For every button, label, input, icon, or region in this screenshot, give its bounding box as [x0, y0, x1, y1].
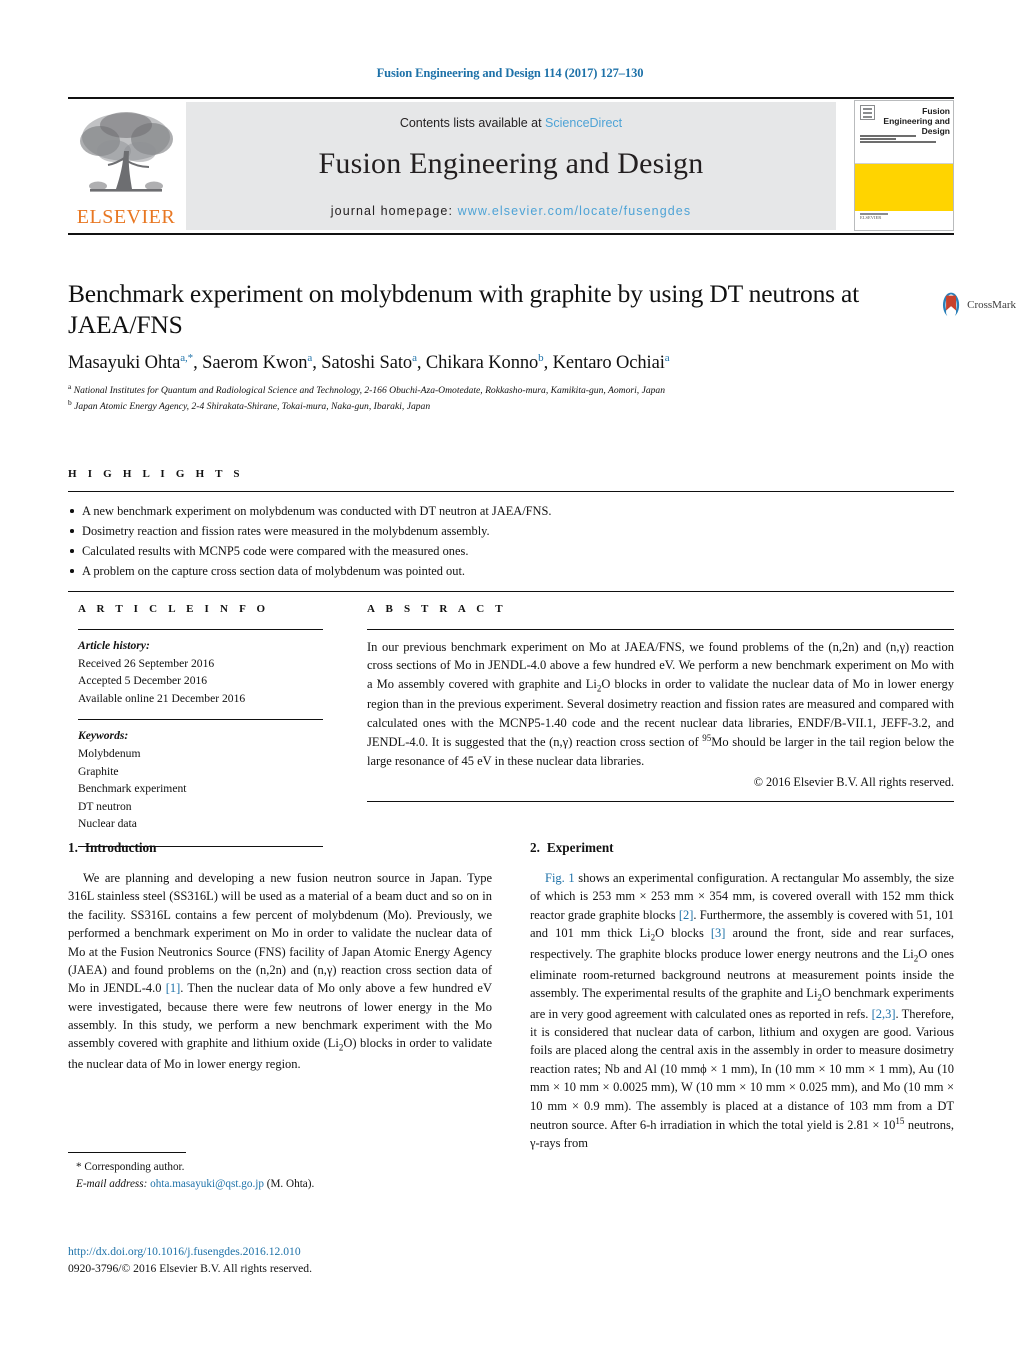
keyword-item: DT neutron — [78, 799, 132, 813]
list-item: A problem on the capture cross section d… — [68, 561, 954, 581]
keywords-block: Keywords: Molybdenum Graphite Benchmark … — [78, 720, 323, 833]
keyword-item: Molybdenum — [78, 747, 141, 761]
abstract-text: In our previous benchmark experiment on … — [367, 640, 954, 768]
highlights-section: H I G H L I G H T S A new benchmark expe… — [68, 468, 954, 593]
email-link[interactable]: ohta.masayuki@qst.go.jp — [150, 1178, 264, 1190]
contents-prefix: Contents lists available at — [399, 116, 546, 130]
page-title: Benchmark experiment on molybdenum with … — [68, 279, 860, 340]
journal-homepage-line: journal homepage: www.elsevier.com/locat… — [186, 204, 836, 218]
list-item: Dosimetry reaction and fission rates wer… — [68, 521, 954, 541]
crossmark-badge[interactable]: CrossMark — [938, 282, 1016, 328]
highlights-heading: H I G H L I G H T S — [68, 468, 244, 480]
keyword-item: Nuclear data — [78, 817, 137, 831]
cover-subtext — [860, 135, 950, 145]
article-history-label: Article history: — [78, 639, 150, 652]
email-label: E-mail address: — [76, 1177, 148, 1190]
section-title: Introduction — [84, 840, 157, 855]
section-title: Experiment — [546, 840, 614, 855]
email-line: E-mail address: ohta.masayuki@qst.go.jp … — [68, 1176, 492, 1193]
keyword-item: Graphite — [78, 764, 119, 778]
elsevier-tree-icon — [80, 112, 173, 192]
history-item: Received 26 September 2016 — [78, 656, 215, 670]
abstract-column: In our previous benchmark experiment on … — [367, 629, 954, 803]
abstract-rule-bottom — [367, 801, 954, 803]
contents-available-line: Contents lists available at ScienceDirec… — [186, 116, 836, 130]
affiliation-item: b Japan Atomic Energy Agency, 2-4 Shirak… — [68, 397, 431, 412]
masthead-band: Contents lists available at ScienceDirec… — [186, 102, 836, 230]
keywords-label: Keywords: — [78, 729, 129, 743]
article-history: Article history: Received 26 September 2… — [78, 630, 323, 707]
article-info-heading: A R T I C L E I N F O — [78, 603, 270, 615]
section-heading-experiment: 2. Experiment — [530, 840, 954, 856]
cover-publisher-label: ELSEVIER — [860, 215, 882, 220]
section-heading-introduction: 1. Introduction — [68, 840, 492, 856]
affiliation-item: a National Institutes for Quantum and Ra… — [68, 382, 666, 397]
list-item: Calculated results with MCNP5 code were … — [68, 541, 954, 561]
history-item: Accepted 5 December 2016 — [78, 674, 208, 688]
crossmark-label: CrossMark — [967, 299, 1016, 311]
cover-footer: ELSEVIER — [855, 211, 953, 230]
homepage-prefix: journal homepage: — [330, 204, 458, 218]
abstract-heading: A B S T R A C T — [367, 603, 507, 615]
corresponding-author-footnote: * Corresponding author. E-mail address: … — [68, 1152, 492, 1192]
cover-header: Fusion Engineering and Design — [855, 101, 953, 164]
sciencedirect-link[interactable]: ScienceDirect — [545, 116, 622, 130]
journal-masthead: ELSEVIER Contents lists available at Sci… — [68, 97, 954, 235]
experiment-paragraph: Fig. 1 shows an experimental configurati… — [530, 871, 954, 1151]
introduction-paragraph: We are planning and developing a new fus… — [68, 871, 492, 1072]
highlights-list: A new benchmark experiment on molybdenum… — [68, 492, 954, 581]
column-right: 2. Experiment Fig. 1 shows an experimenta… — [530, 840, 954, 1153]
abstract-copyright: © 2016 Elsevier B.V. All rights reserved… — [753, 775, 954, 790]
journal-homepage-link[interactable]: www.elsevier.com/locate/fusengdes — [458, 204, 692, 218]
affiliation-text-a: National Institutes for Quantum and Radi… — [73, 385, 666, 397]
running-head: Fusion Engineering and Design 114 (2017)… — [376, 66, 644, 80]
elsevier-wordmark: ELSEVIER — [76, 206, 176, 228]
issn-copyright-line: 0920-3796/© 2016 Elsevier B.V. All right… — [68, 1262, 312, 1276]
footnote-rule — [68, 1152, 186, 1153]
list-item: A new benchmark experiment on molybdenum… — [68, 501, 954, 521]
journal-title: Fusion Engineering and Design — [318, 147, 704, 180]
article-info-column: Article history: Received 26 September 2… — [78, 629, 323, 848]
history-item: Available online 21 December 2016 — [78, 691, 246, 705]
section-number: 2. — [530, 840, 540, 855]
cover-color-block — [855, 164, 953, 211]
column-left: 1. Introduction We are planning and devel… — [68, 840, 492, 1073]
paper-page: Fusion Engineering and Design 114 (2017)… — [0, 0, 1020, 1351]
elsevier-logo: ELSEVIER — [70, 103, 182, 229]
info-abstract-section: A R T I C L E I N F O A B S T R A C T Ar… — [68, 603, 954, 848]
cover-journal-title: Fusion Engineering and Design — [883, 106, 950, 136]
doi-link[interactable]: http://dx.doi.org/10.1016/j.fusengdes.20… — [68, 1243, 528, 1260]
title-block: Benchmark experiment on molybdenum with … — [68, 278, 868, 341]
email-suffix: (M. Ohta). — [266, 1177, 315, 1190]
cover-badge-icon — [860, 105, 875, 120]
corresponding-author-line: * Corresponding author. — [76, 1161, 185, 1173]
highlights-rule-bottom — [68, 591, 954, 593]
affiliation-list: a National Institutes for Quantum and Ra… — [68, 382, 948, 414]
crossmark-icon — [942, 292, 960, 319]
affiliation-text-b: Japan Atomic Energy Agency, 2-4 Shirakat… — [74, 400, 431, 412]
journal-cover-thumbnail: Fusion Engineering and Design ELSEVIER — [854, 100, 954, 231]
document-footer: http://dx.doi.org/10.1016/j.fusengdes.20… — [68, 1243, 528, 1278]
section-number: 1. — [68, 840, 78, 855]
author-list: Masayuki Ohtaa,*, Saerom Kwona, Satoshi … — [68, 352, 670, 374]
keyword-item: Benchmark experiment — [78, 782, 187, 796]
